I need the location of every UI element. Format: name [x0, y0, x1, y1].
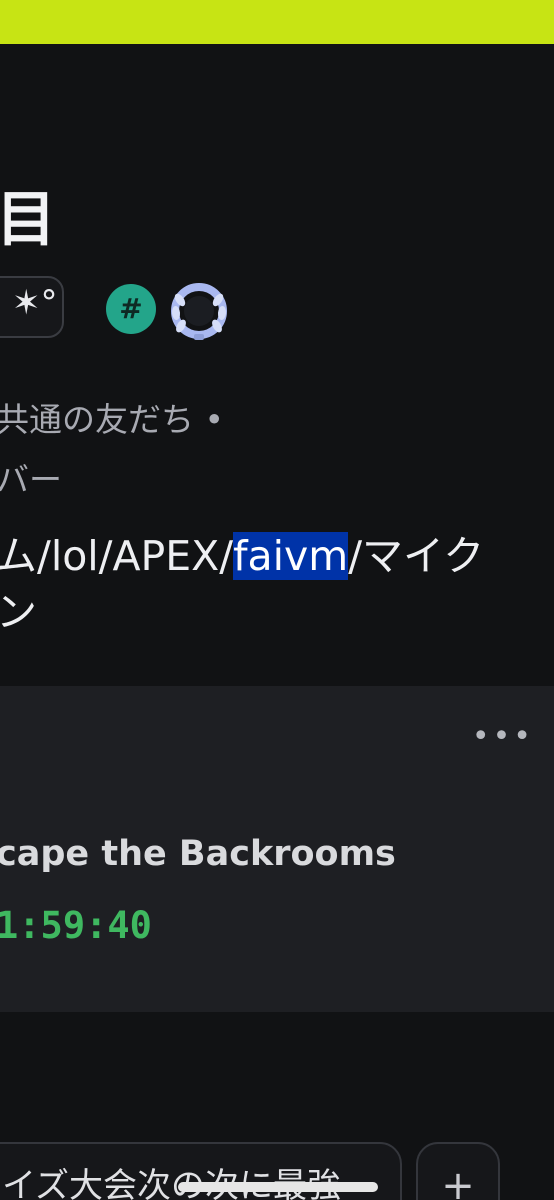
profile-bio: ム/lol/APEX/faivm/マイク ン	[0, 528, 484, 640]
add-button[interactable]: +	[416, 1142, 500, 1200]
clan-tag-pill[interactable]: ✶°	[0, 276, 64, 338]
profile-screen: 目 ✶° # 共通の友だち • バー ム/lol/APEX/faivm/マイク …	[0, 0, 554, 1200]
bottom-section: イズ大会次の次に最強 +	[0, 1012, 554, 1200]
bio-selected-text: faivm	[233, 532, 349, 580]
pentagram-icon: ✶°	[12, 283, 58, 323]
mutual-friends-text: 共通の友だち •	[0, 400, 224, 439]
activity-game-title: cape the Backrooms	[0, 834, 396, 874]
bio-text-prefix: ム/lol/APEX/	[0, 532, 234, 580]
more-options-icon[interactable]: •••	[472, 722, 534, 752]
hashtag-badge-icon[interactable]: #	[106, 284, 156, 334]
bio-text-suffix: /マイク	[348, 532, 485, 580]
laurel-wreath-badge-icon[interactable]	[168, 280, 230, 342]
note-chip-text: イズ大会次の次に最強	[2, 1166, 341, 1200]
profile-banner	[0, 0, 554, 44]
mutual-info[interactable]: 共通の友だち • バー	[0, 390, 224, 510]
display-name: 目	[0, 185, 56, 255]
home-indicator[interactable]	[178, 1182, 378, 1192]
activity-elapsed-timer: 1:59:40	[0, 904, 152, 947]
activity-card[interactable]: ••• cape the Backrooms 1:59:40	[0, 686, 554, 1012]
bio-line-1: ム/lol/APEX/faivm/マイク	[0, 528, 484, 584]
mutual-servers-text: バー	[0, 460, 62, 499]
bio-line-2: ン	[0, 588, 37, 636]
